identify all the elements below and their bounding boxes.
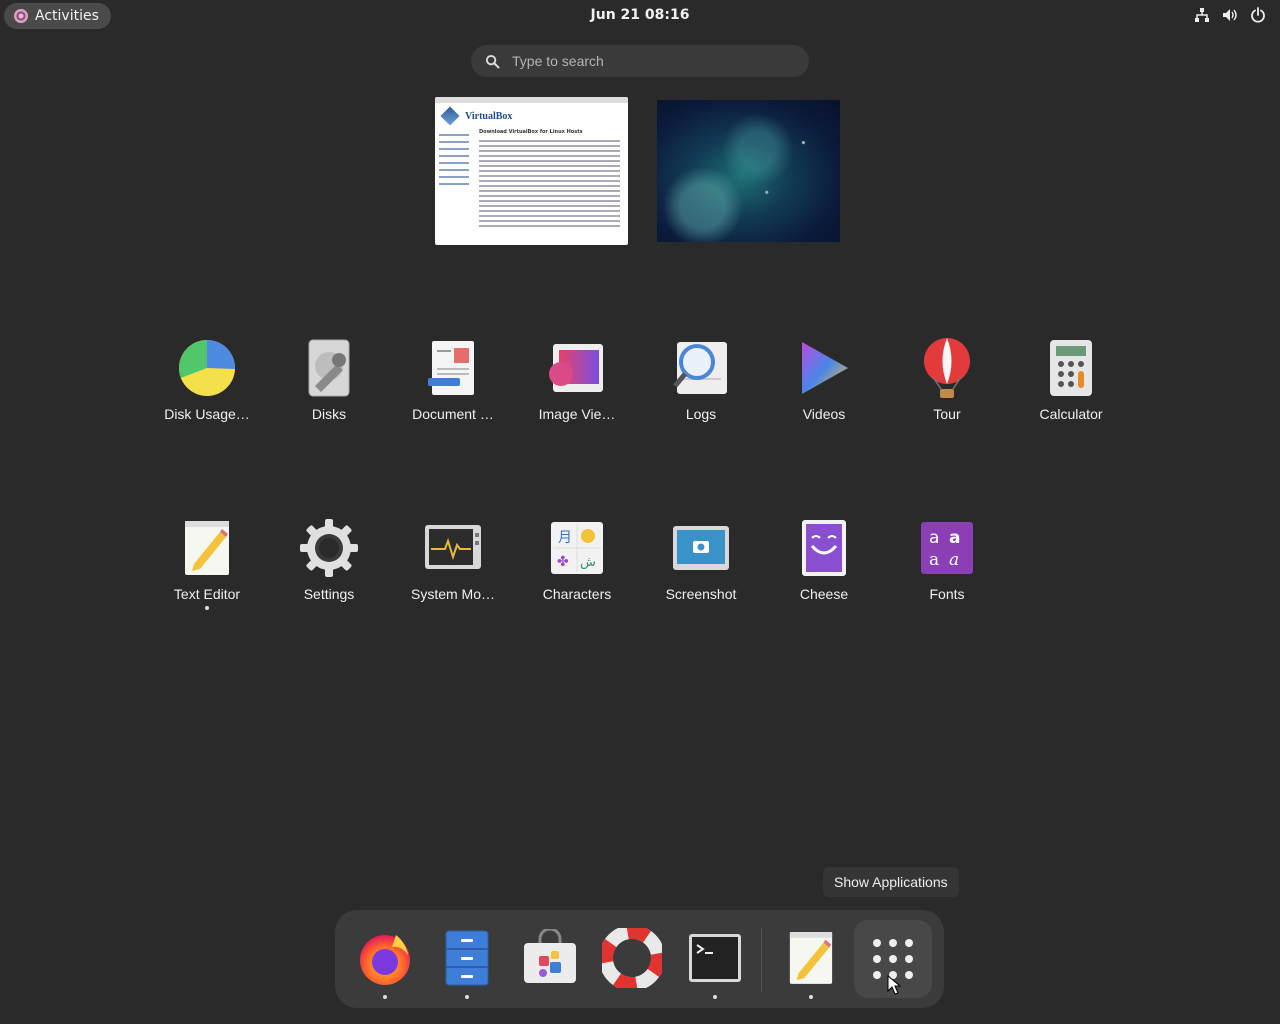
dock-separator (761, 928, 762, 992)
characters-icon: 月 ✤ ش (551, 522, 603, 574)
dock-item-firefox[interactable] (350, 924, 420, 1004)
app-tour[interactable]: Tour (892, 332, 1002, 442)
svg-text:a: a (949, 550, 959, 570)
dock-item-software[interactable] (515, 924, 585, 1004)
search-input[interactable] (512, 53, 782, 69)
screenshot-icon (673, 526, 729, 570)
disk-usage-icon (179, 340, 236, 396)
app-label: Disks (311, 406, 347, 422)
app-text-editor[interactable]: Text Editor (152, 512, 262, 622)
text-editor-icon (789, 932, 833, 984)
app-label: Fonts (929, 586, 965, 602)
logs-icon (673, 342, 727, 394)
app-label: System Mo… (410, 586, 495, 602)
app-cheese[interactable]: Cheese (769, 512, 879, 622)
workspace-thumbnail-2[interactable] (657, 100, 840, 242)
app-label: Calculator (1039, 406, 1103, 422)
disks-icon (308, 339, 350, 397)
app-label: Settings (303, 586, 355, 602)
image-viewer-icon (549, 344, 603, 392)
network-wired-icon[interactable] (1194, 7, 1210, 23)
power-icon[interactable] (1250, 7, 1266, 23)
dock-item-terminal[interactable] (680, 924, 750, 1004)
calculator-icon (1050, 340, 1092, 396)
app-label: Image Vie… (538, 406, 616, 422)
app-image-viewer[interactable]: Image Vie… (522, 332, 632, 442)
system-tray[interactable] (1194, 7, 1266, 23)
mouse-cursor-icon (887, 975, 901, 995)
app-document-viewer[interactable]: Document … (398, 332, 508, 442)
fonts-icon: a aa a (921, 522, 973, 574)
text-editor-icon (185, 521, 229, 575)
dock-item-text-editor[interactable] (776, 924, 846, 1004)
app-label: Screenshot (665, 586, 737, 602)
app-disks[interactable]: Disks (274, 332, 384, 442)
running-indicator (713, 995, 717, 999)
svg-text:a: a (929, 528, 939, 548)
app-fonts[interactable]: aaaa Fonts (892, 512, 1002, 622)
dock-item-help[interactable] (597, 924, 667, 1004)
app-label: Logs (685, 406, 717, 422)
top-bar: Activities Jun 21 08:16 (0, 0, 1280, 32)
wallpaper-nebula (657, 100, 840, 242)
svg-text:a: a (949, 528, 960, 548)
workspace-thumbnail-1[interactable]: VirtualBox Download VirtualBox for Linux… (435, 97, 628, 245)
help-lifebuoy-icon (602, 928, 662, 988)
svg-text:ش: ش (580, 555, 596, 570)
search-icon (485, 54, 500, 69)
running-indicator (205, 606, 209, 610)
app-label: Document … (412, 406, 494, 422)
app-settings[interactable]: Settings (274, 512, 384, 622)
virtualbox-title: VirtualBox (465, 110, 513, 122)
app-label: Videos (802, 406, 846, 422)
document-viewer-icon (428, 341, 474, 395)
dock (335, 910, 944, 1008)
tour-balloon-icon (924, 338, 970, 398)
clock[interactable]: Jun 21 08:16 (0, 7, 1280, 23)
volume-icon[interactable] (1222, 7, 1238, 23)
virtualbox-logo-icon (440, 106, 460, 126)
app-videos[interactable]: Videos (769, 332, 879, 442)
terminal-icon (689, 934, 741, 982)
app-grid-icon (873, 939, 881, 947)
app-characters[interactable]: 月 ✤ ش Characters (522, 512, 632, 622)
software-bag-icon (524, 929, 576, 983)
cheese-icon (802, 520, 846, 576)
firefox-icon (360, 935, 410, 985)
app-label: Text Editor (173, 586, 241, 602)
svg-text:月: 月 (558, 530, 572, 546)
app-calculator[interactable]: Calculator (1016, 332, 1126, 442)
videos-icon (802, 342, 848, 394)
svg-text:✤: ✤ (557, 554, 569, 570)
page-sidebar (439, 129, 469, 190)
files-icon (445, 930, 489, 986)
app-disk-usage[interactable]: Disk Usage… (152, 332, 262, 442)
app-label: Cheese (799, 586, 849, 602)
settings-gear-icon (300, 519, 358, 577)
svg-text:a: a (929, 550, 939, 570)
show-applications-tooltip: Show Applications (823, 867, 959, 897)
app-label: Disk Usage… (164, 406, 250, 422)
app-screenshot[interactable]: Screenshot (646, 512, 756, 622)
app-label: Tour (933, 406, 961, 422)
app-label: Characters (542, 586, 612, 602)
dock-item-files[interactable] (432, 924, 502, 1004)
app-logs[interactable]: Logs (646, 332, 756, 442)
app-system-monitor[interactable]: System Mo… (398, 512, 508, 622)
running-indicator (809, 995, 813, 999)
system-monitor-icon (425, 525, 481, 569)
search-bar[interactable] (471, 45, 809, 77)
running-indicator (383, 995, 387, 999)
running-indicator (465, 995, 469, 999)
